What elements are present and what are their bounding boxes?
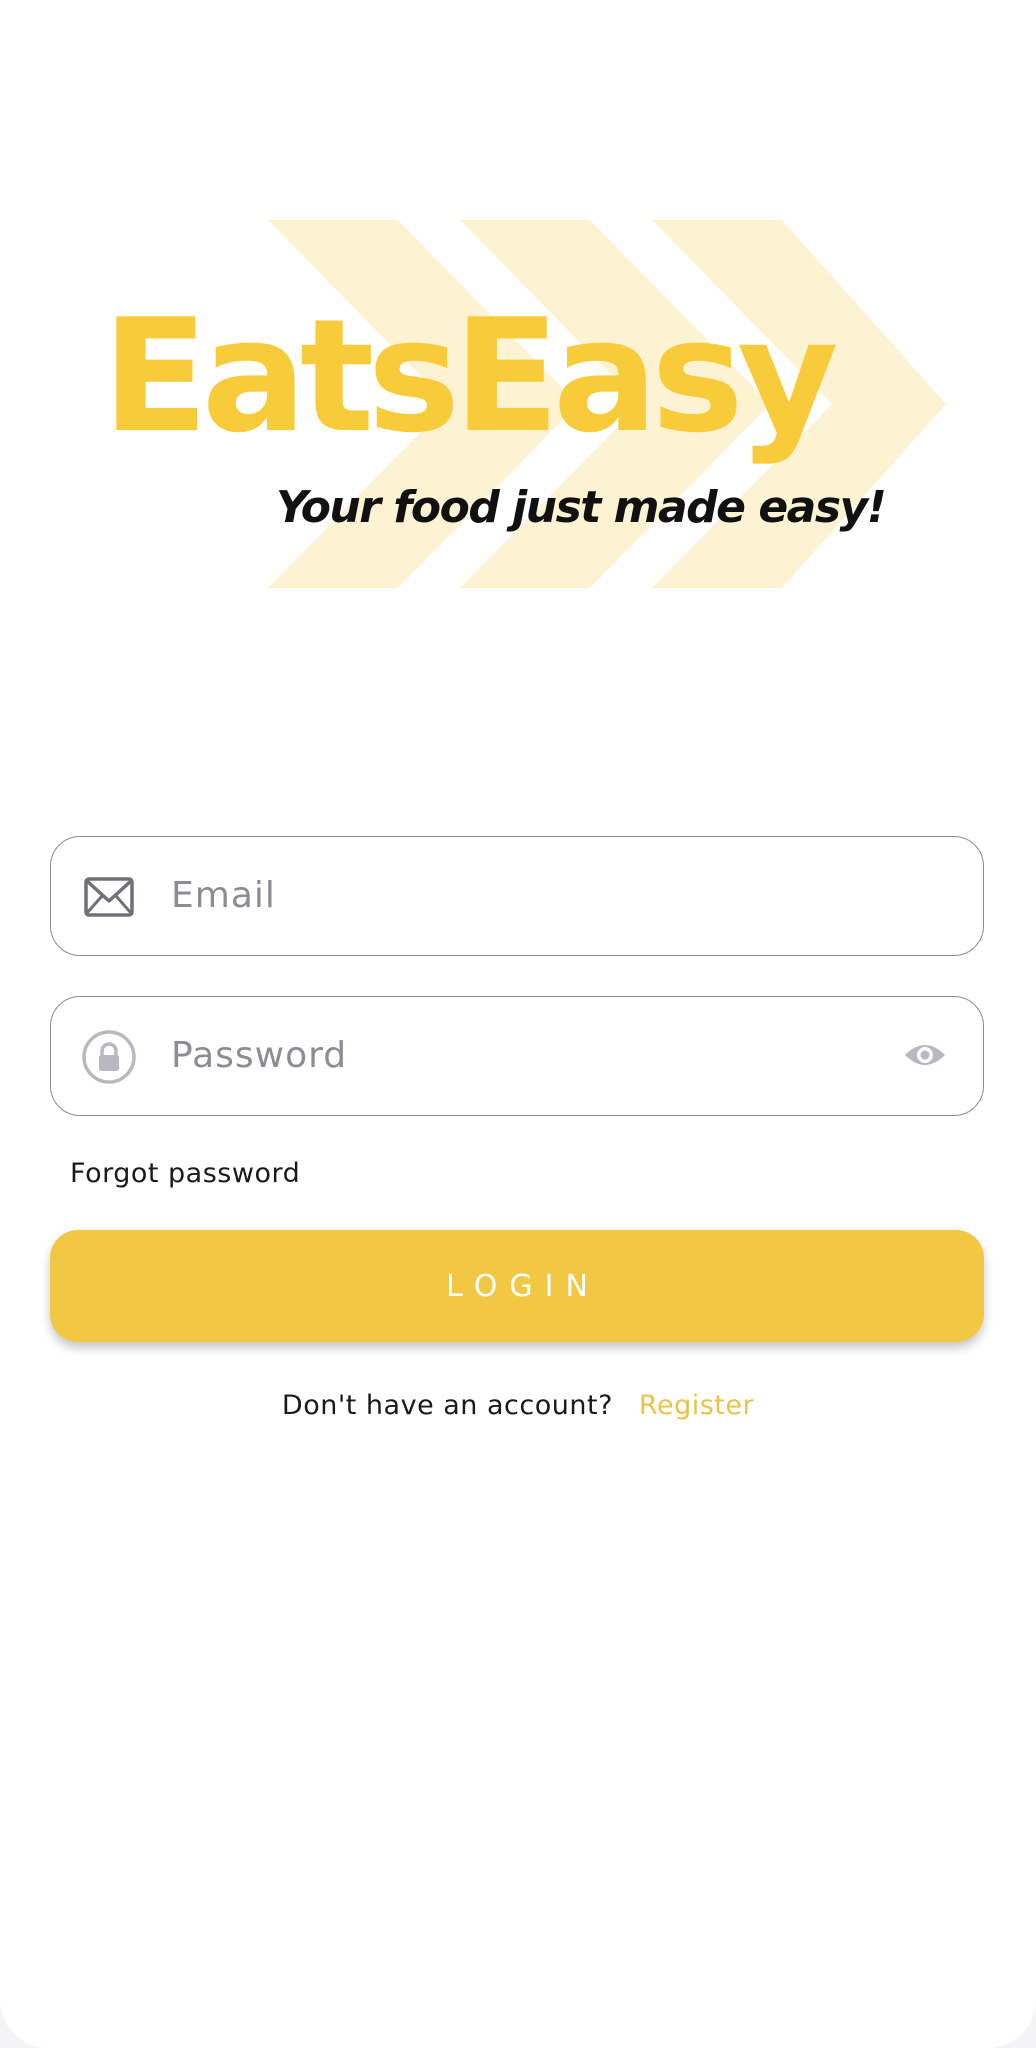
lock-icon	[81, 1029, 137, 1085]
envelope-icon	[81, 869, 137, 925]
register-link[interactable]: Register	[639, 1390, 754, 1421]
logo-tagline: Your food just made easy!	[276, 482, 887, 533]
login-screen: EatsEasy Your food just made easy! Email…	[0, 0, 1036, 2048]
forgot-password-link[interactable]: Forgot password	[70, 1158, 300, 1189]
eye-icon[interactable]	[903, 1035, 947, 1075]
login-button[interactable]: LOGIN	[50, 1230, 984, 1342]
password-input[interactable]	[171, 997, 891, 1113]
password-field-container[interactable]	[50, 996, 984, 1116]
register-prompt-row: Don't have an account? Register	[0, 1390, 1036, 1421]
email-field-container[interactable]	[50, 836, 984, 956]
email-input[interactable]	[171, 837, 891, 953]
logo-wordmark: EatsEasy	[102, 285, 839, 467]
app-logo: EatsEasy Your food just made easy!	[90, 210, 960, 600]
no-account-text: Don't have an account?	[281, 1390, 613, 1421]
